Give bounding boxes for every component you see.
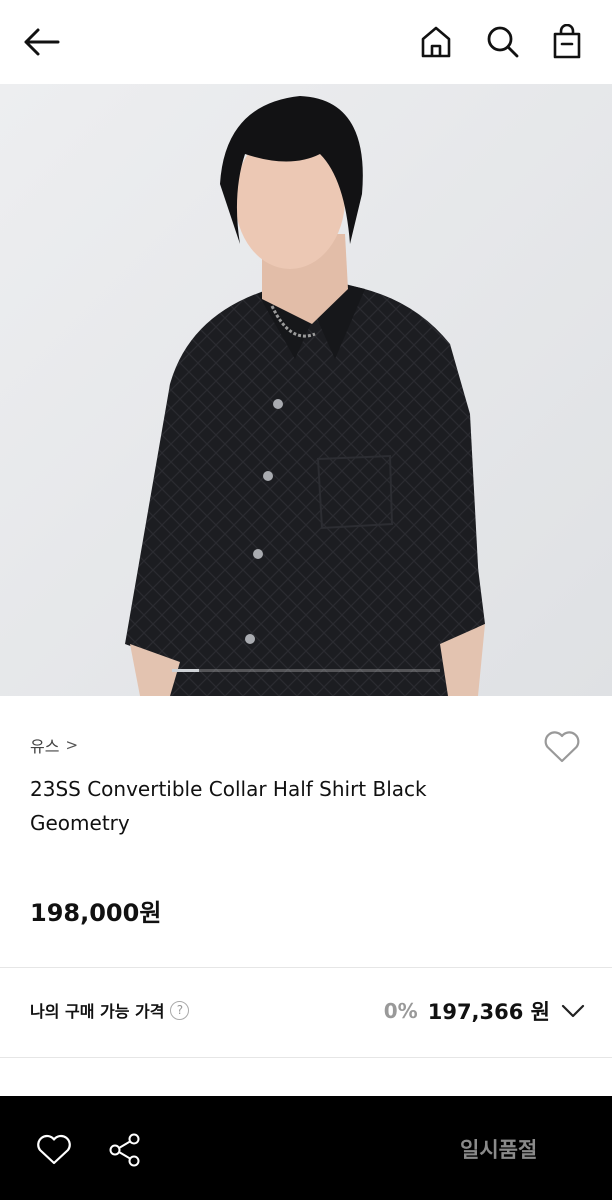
share-button[interactable] [105, 1130, 145, 1170]
my-price-label: 나의 구매 가능 가격 [30, 1002, 165, 1021]
product-price: 198,000원 [30, 899, 162, 927]
image-progress-bar [172, 669, 440, 672]
share-icon [109, 1133, 140, 1167]
my-price-label-row: 나의 구매 가능 가격 ? [30, 998, 190, 1022]
wishlist-button[interactable] [542, 728, 582, 766]
product-photo [0, 84, 612, 696]
product-title: 23SS Convertible Collar Half Shirt Black… [30, 777, 427, 835]
chevron-down-icon [560, 1000, 586, 1022]
discount-rate: 0% [383, 999, 418, 1023]
chevron-right-icon: > [65, 736, 79, 754]
home-button[interactable] [416, 22, 456, 62]
image-progress-fill [172, 669, 199, 672]
divider [0, 967, 612, 968]
search-icon [487, 26, 519, 58]
help-icon[interactable]: ? [170, 1000, 190, 1020]
shopping-bag-icon [553, 24, 581, 59]
like-button[interactable] [34, 1130, 74, 1170]
heart-outline-icon [544, 731, 580, 763]
top-bar [0, 0, 612, 84]
brand-name: 유스 [30, 737, 60, 756]
sold-out-status: 일시품절 [460, 1138, 538, 1162]
back-button[interactable] [20, 22, 62, 62]
heart-outline-icon [37, 1134, 71, 1165]
brand-link[interactable]: 유스 > [30, 733, 78, 757]
arrow-left-icon [24, 28, 60, 56]
cart-button[interactable] [547, 22, 587, 62]
my-price-expand[interactable]: 0% 197,366 원 [384, 996, 586, 1026]
home-icon [421, 26, 451, 58]
my-price-value: 197,366 원 [427, 1000, 550, 1024]
search-button[interactable] [483, 22, 523, 62]
divider [0, 1057, 612, 1058]
product-image[interactable] [0, 84, 612, 696]
